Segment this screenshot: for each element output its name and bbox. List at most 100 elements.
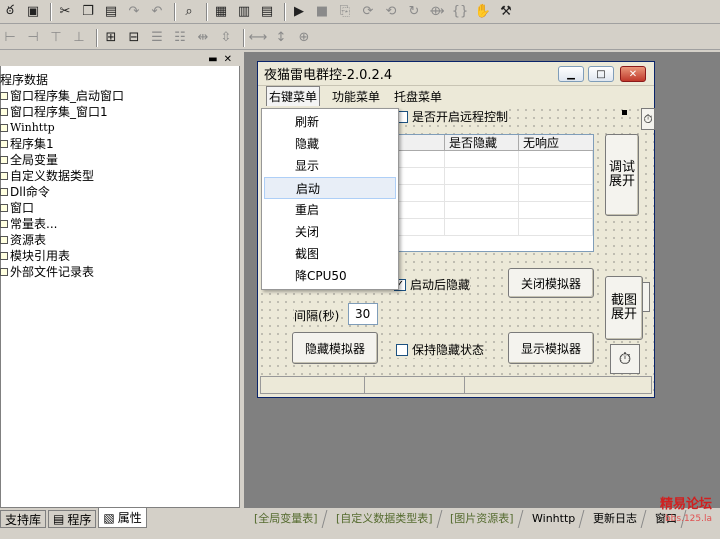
screenshot-expand-button[interactable]: 截图 展开: [605, 276, 643, 340]
table-row[interactable]: [379, 151, 593, 168]
cut-icon[interactable]: ✂: [55, 2, 75, 22]
menu-item-show[interactable]: 显示: [262, 155, 398, 177]
menu-tray[interactable]: 托盘菜单: [392, 87, 444, 106]
selection-handle[interactable]: [622, 110, 627, 115]
menu-item-start[interactable]: 启动: [264, 177, 396, 199]
tab-image-resources[interactable]: [图片资源表]: [437, 510, 524, 528]
center-vertical-icon[interactable]: ⊟: [124, 28, 144, 48]
properties-icon: ▧: [103, 510, 115, 525]
align-toolbar: ⊢ ⊣ ⊤ ⊥ ⊞ ⊟ ☰ ☷ ⇹ ⇳ ⟷ ↕ ⊕: [0, 26, 720, 50]
remote-control-checkbox[interactable]: 是否开启远程控制: [396, 108, 509, 125]
grid-icon[interactable]: ⊕: [294, 28, 314, 48]
paste-icon[interactable]: ▤: [101, 2, 121, 22]
constant-icon: [0, 220, 8, 228]
panel-close-icon[interactable]: ✕: [224, 54, 232, 65]
copy-icon[interactable]: ❐: [78, 2, 98, 22]
save-icon[interactable]: ▣: [23, 2, 43, 22]
minimize-button[interactable]: ▁: [558, 66, 584, 82]
tree-item[interactable]: 模块引用表: [0, 248, 240, 264]
hand-icon[interactable]: ✋: [473, 2, 493, 22]
run-icon[interactable]: ▶: [289, 2, 309, 22]
tree-item[interactable]: 资源表: [0, 232, 240, 248]
menu-right-click[interactable]: 右键菜单: [266, 85, 321, 107]
emulator-list-table[interactable]: 是否隐藏 无响应: [378, 134, 594, 252]
align-bottom-icon[interactable]: ⊥: [69, 28, 89, 48]
menu-item-refresh[interactable]: 刷新: [262, 111, 398, 133]
menu-item-restart[interactable]: 重启: [262, 199, 398, 221]
resize-width-icon[interactable]: ⟷: [248, 28, 268, 48]
stop-icon[interactable]: ■: [312, 2, 332, 22]
tree-item[interactable]: Dll命令: [0, 184, 240, 200]
tree-item[interactable]: 全局变量: [0, 152, 240, 168]
layout-3-icon[interactable]: ▤: [257, 2, 277, 22]
panel-minimize-icon[interactable]: ▬: [208, 54, 217, 65]
menu-function[interactable]: 功能菜单: [330, 87, 382, 106]
tree-item[interactable]: 窗口程序集_窗口1: [0, 104, 240, 120]
center-horizontal-icon[interactable]: ⊞: [101, 28, 121, 48]
hide-emulator-button[interactable]: 隐藏模拟器: [292, 332, 378, 364]
module-icon: [0, 140, 8, 148]
tree-item[interactable]: Winhttp: [0, 120, 240, 136]
open-icon[interactable]: ఠ: [0, 2, 20, 22]
tab-properties[interactable]: ▧ 属性: [98, 508, 147, 528]
table-row[interactable]: [379, 185, 593, 202]
column-hidden[interactable]: 是否隐藏: [445, 135, 519, 150]
align-left-icon[interactable]: ⊢: [0, 28, 20, 48]
tree-item[interactable]: 程序集1: [0, 136, 240, 152]
tree-item[interactable]: 外部文件记录表: [0, 264, 240, 280]
tab-custom-types[interactable]: [自定义数据类型表]: [323, 510, 442, 528]
toolbar-separator: [206, 2, 207, 21]
show-emulator-button[interactable]: 显示模拟器: [508, 332, 594, 364]
left-panel-tabs: 支持库 ▤ 程序 ▧ 属性: [0, 508, 240, 528]
step-out-icon[interactable]: ↻: [404, 2, 424, 22]
close-emulator-button[interactable]: 关闭模拟器: [508, 268, 594, 298]
editor-tabs: [全局变量表] [自定义数据类型表] [图片资源表] Winhttp 更新日志 …: [241, 509, 720, 529]
menu-item-screenshot[interactable]: 截图: [262, 243, 398, 265]
table-row[interactable]: [379, 168, 593, 185]
maximize-button[interactable]: □: [588, 66, 614, 82]
column-no-response[interactable]: 无响应: [519, 135, 593, 150]
tree-item[interactable]: 程序数据: [0, 72, 240, 88]
interval-input[interactable]: 30: [348, 303, 378, 325]
redo-icon[interactable]: ↷: [124, 2, 144, 22]
breakpoint-icon[interactable]: {}: [450, 2, 470, 22]
find-icon[interactable]: ⌕: [179, 2, 199, 22]
step-into-icon[interactable]: ⟳: [358, 2, 378, 22]
tab-program[interactable]: ▤ 程序: [48, 510, 97, 528]
step-icon[interactable]: ⎘: [335, 2, 355, 22]
space-vertical-icon[interactable]: ⇳: [216, 28, 236, 48]
same-width-icon[interactable]: ☰: [147, 28, 167, 48]
align-top-icon[interactable]: ⊤: [46, 28, 66, 48]
space-horizontal-icon[interactable]: ⇹: [193, 28, 213, 48]
timer-icon[interactable]: ⏱: [641, 108, 655, 130]
align-right-icon[interactable]: ⊣: [23, 28, 43, 48]
same-height-icon[interactable]: ☷: [170, 28, 190, 48]
tab-winhttp[interactable]: Winhttp: [519, 510, 585, 528]
resize-height-icon[interactable]: ↕: [271, 28, 291, 48]
tab-global-variables[interactable]: [全局变量表]: [241, 510, 328, 528]
tab-update-log[interactable]: 更新日志: [580, 510, 647, 528]
undo-icon[interactable]: ↶: [147, 2, 167, 22]
tab-support-library[interactable]: 支持库: [0, 510, 47, 528]
table-row[interactable]: [379, 219, 593, 236]
checkbox-box[interactable]: [396, 343, 408, 356]
tree-item[interactable]: 自定义数据类型: [0, 168, 240, 184]
menu-item-close[interactable]: 关闭: [262, 221, 398, 243]
layout-2-icon[interactable]: ▥: [234, 2, 254, 22]
menu-item-hide[interactable]: 隐藏: [262, 133, 398, 155]
tree-item[interactable]: 窗口: [0, 200, 240, 216]
debug-expand-button[interactable]: 调试 展开: [605, 134, 639, 216]
close-button[interactable]: ✕: [620, 66, 646, 82]
layout-1-icon[interactable]: ▦: [211, 2, 231, 22]
debug-tool-icon[interactable]: ⚒: [496, 2, 516, 22]
timer-icon[interactable]: ⏱: [610, 344, 640, 374]
tree-item[interactable]: 窗口程序集_启动窗口: [0, 88, 240, 104]
step-over-icon[interactable]: ⟲: [381, 2, 401, 22]
menu-item-reduce-cpu[interactable]: 降CPU50: [262, 265, 398, 287]
tree-item[interactable]: 常量表...: [0, 216, 240, 232]
keep-hidden-checkbox[interactable]: 保持隐藏状态: [396, 341, 485, 358]
auto-hide-checkbox[interactable]: ✓ 启动后隐藏: [394, 276, 471, 293]
run-to-cursor-icon[interactable]: ⟴: [427, 2, 447, 22]
interval-label: 间隔(秒): [294, 307, 340, 324]
table-row[interactable]: [379, 202, 593, 219]
